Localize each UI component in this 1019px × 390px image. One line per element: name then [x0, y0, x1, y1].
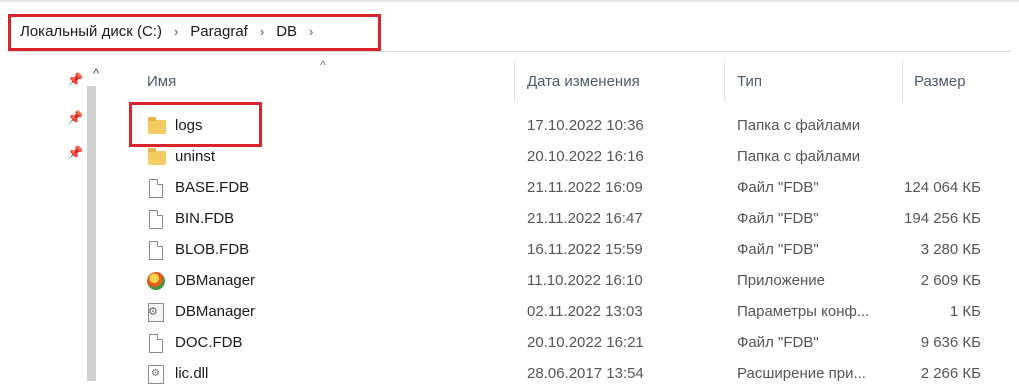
file-type: Файл "FDB" [737, 334, 819, 351]
column-name[interactable]: Имя [147, 73, 176, 90]
list-item[interactable]: BLOB.FDB 16.11.2022 15:59 Файл "FDB" 3 2… [0, 235, 1019, 266]
file-type: Файл "FDB" [737, 210, 819, 227]
file-type: Файл "FDB" [737, 241, 819, 258]
file-date: 02.11.2022 13:03 [527, 303, 643, 320]
file-icon [149, 179, 163, 198]
file-date: 20.10.2022 16:21 [527, 334, 644, 351]
file-name: DOC.FDB [175, 334, 243, 351]
column-divider[interactable] [724, 60, 725, 102]
file-name: uninst [175, 148, 216, 165]
file-size: 2 266 КБ [920, 365, 981, 382]
file-type: Параметры конф... [737, 303, 870, 320]
list-item[interactable]: BASE.FDB 21.11.2022 16:09 Файл "FDB" 124… [0, 173, 1019, 204]
file-date: 11.10.2022 16:10 [527, 272, 643, 289]
list-item[interactable]: DOC.FDB 20.10.2022 16:21 Файл "FDB" 9 63… [0, 328, 1019, 359]
file-size: 1 КБ [949, 303, 981, 320]
file-icon [149, 210, 163, 229]
file-size: 124 064 КБ [904, 179, 981, 196]
file-size: 194 256 КБ [904, 210, 981, 227]
file-type: Папка с файлами [737, 148, 861, 165]
app-icon [147, 272, 165, 290]
file-type: Расширение при... [737, 365, 866, 382]
file-date: 21.11.2022 16:09 [527, 179, 643, 196]
logs-highlight-box [129, 102, 262, 147]
column-divider[interactable] [902, 60, 903, 102]
file-date: 21.11.2022 16:47 [527, 210, 643, 227]
list-item[interactable]: BIN.FDB 21.11.2022 16:47 Файл "FDB" 194 … [0, 204, 1019, 235]
file-size: 9 636 КБ [920, 334, 981, 351]
file-list: logs 17.10.2022 10:36 Папка с файлами un… [0, 111, 1019, 390]
column-divider[interactable] [514, 60, 515, 102]
window-top-edge [0, 0, 1019, 2]
list-item[interactable]: lic.dll 28.06.2017 13:54 Расширение при.… [0, 359, 1019, 390]
sort-ascending-icon: ^ [320, 58, 326, 72]
file-date: 20.10.2022 16:16 [527, 148, 644, 165]
file-name: DBManager [175, 303, 256, 320]
column-type[interactable]: Тип [737, 73, 762, 90]
file-name: BASE.FDB [175, 179, 250, 196]
file-name: BIN.FDB [175, 210, 235, 227]
file-type: Папка с файлами [737, 117, 861, 134]
file-type: Приложение [737, 272, 825, 289]
file-name: DBManager [175, 272, 256, 289]
file-icon [149, 241, 163, 260]
file-icon [149, 334, 163, 353]
folder-icon [148, 148, 166, 165]
file-date: 17.10.2022 10:36 [527, 117, 644, 134]
file-size: 2 609 КБ [920, 272, 981, 289]
column-date[interactable]: Дата изменения [527, 73, 640, 90]
file-date: 16.11.2022 15:59 [527, 241, 643, 258]
list-item[interactable]: DBManager 11.10.2022 16:10 Приложение 2 … [0, 266, 1019, 297]
file-size: 3 280 КБ [920, 241, 981, 258]
file-name: BLOB.FDB [175, 241, 250, 258]
file-date: 28.06.2017 13:54 [527, 365, 644, 382]
address-highlight-box [8, 14, 381, 51]
column-size[interactable]: Размер [914, 73, 966, 90]
file-name: lic.dll [175, 365, 209, 382]
list-item[interactable]: DBManager 02.11.2022 13:03 Параметры кон… [0, 297, 1019, 328]
file-type: Файл "FDB" [737, 179, 819, 196]
dll-icon [148, 365, 164, 384]
column-header: ^ Имя Дата изменения Тип Размер [0, 58, 1019, 102]
config-icon [148, 303, 164, 322]
